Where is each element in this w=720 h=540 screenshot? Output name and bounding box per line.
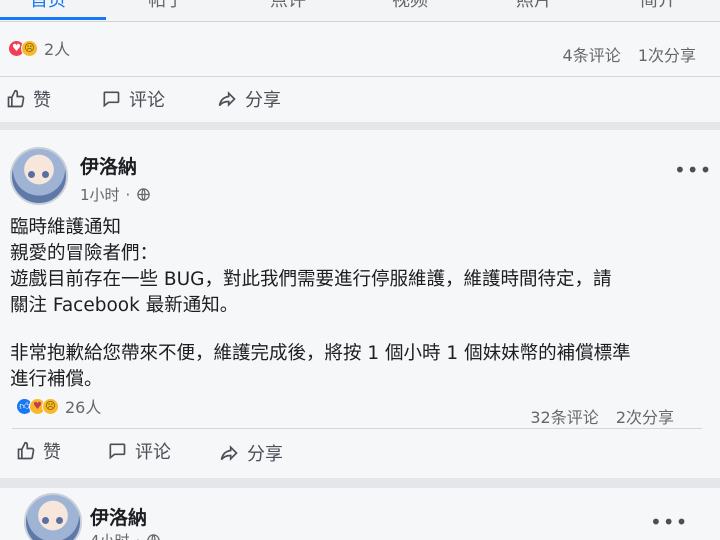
like-button[interactable]: 赞 [6,86,51,112]
post-card-previous: ♥ ☹ 2人 4条评论 1次分享 赞 评论 分享 [0,22,720,122]
share-count[interactable]: 1次分享 [638,46,696,65]
tab-posts[interactable]: 帖子 [148,0,184,20]
comment-icon [109,443,126,460]
globe-icon [137,188,151,201]
sad-reaction-icon: ☹ [42,397,59,415]
reaction-count: 26人 [65,398,102,417]
post-text: 臨時維護通知 親愛的冒險者們： 遊戲目前存在一些 BUG，對此我們需要進行停服維… [10,215,690,393]
active-tab-indicator [0,17,106,20]
page-tab-bar: 首页 帖子 点评 视频 照片 简介 [0,0,720,22]
separator-dot: · [125,185,131,204]
post-stats: 32条评论 2次分享 [518,404,674,428]
tab-about[interactable]: 简介 [640,0,676,20]
like-label: 赞 [43,442,61,463]
post-card-next: 伊洛納 4小时 · ••• [0,488,720,540]
author-avatar[interactable] [10,147,68,205]
comment-label: 评论 [135,442,171,463]
share-button[interactable]: 分享 [216,86,281,112]
post-line: 進行補償。 [10,369,103,390]
reaction-summary[interactable]: ♥ ☹ 2人 [8,36,70,60]
post-line: 關注 Facebook 最新通知。 [10,295,239,316]
comment-count[interactable]: 32条评论 [530,408,598,427]
comment-button[interactable]: 评论 [100,86,165,112]
thumbs-up-icon [7,89,25,108]
post-line: 臨時維護通知 [10,217,122,238]
post-line: 非常抱歉給您帶來不便，維護完成後，將按 1 個小時 1 個妹妹幣的補償標準 [10,343,631,364]
share-icon [220,445,238,461]
author-name[interactable]: 伊洛納 [80,152,137,179]
reaction-count: 2人 [44,40,71,59]
tab-photos[interactable]: 照片 [516,0,552,20]
post-line-gap [10,319,690,341]
tab-videos[interactable]: 视频 [392,0,428,20]
separator-dot: · [136,532,141,540]
post-card-maintenance: 伊洛納 1小时 · ••• 臨時維護通知 親愛的冒險者們： 遊戲目前存在一些 B… [0,130,720,478]
comment-label: 评论 [129,90,165,111]
share-icon [218,91,236,107]
post-meta: 4小时 · [90,530,161,540]
comment-icon [103,91,120,108]
like-button[interactable]: 赞 [16,438,61,464]
reaction-summary[interactable]: 👍︎ ♥ ☹ 26人 [16,394,101,418]
tab-reviews[interactable]: 点评 [270,0,306,20]
comment-button[interactable]: 评论 [106,438,171,464]
share-label: 分享 [245,90,281,111]
globe-icon [147,534,161,540]
post-timestamp[interactable]: 4小时 [90,530,130,540]
post-line: 遊戲目前存在一些 BUG，對此我們需要進行停服維護，維護時間待定，請 [10,269,612,290]
share-label: 分享 [247,444,283,465]
author-name[interactable]: 伊洛納 [90,503,147,530]
post-meta: 1小时 · [80,184,151,205]
post-stats: 4条评论 1次分享 [551,42,696,66]
share-button[interactable]: 分享 [218,440,283,466]
share-count[interactable]: 2次分享 [616,408,674,427]
more-options-icon[interactable]: ••• [650,510,688,534]
divider [12,428,702,429]
author-avatar[interactable] [24,493,82,540]
divider [0,76,720,77]
post-timestamp[interactable]: 1小时 [80,184,120,205]
post-line: 親愛的冒險者們： [10,243,159,264]
thumbs-up-icon [17,441,35,460]
more-options-icon[interactable]: ••• [674,158,712,182]
sad-reaction-icon: ☹ [21,39,38,57]
comment-count[interactable]: 4条评论 [563,46,621,65]
like-label: 赞 [33,90,51,111]
